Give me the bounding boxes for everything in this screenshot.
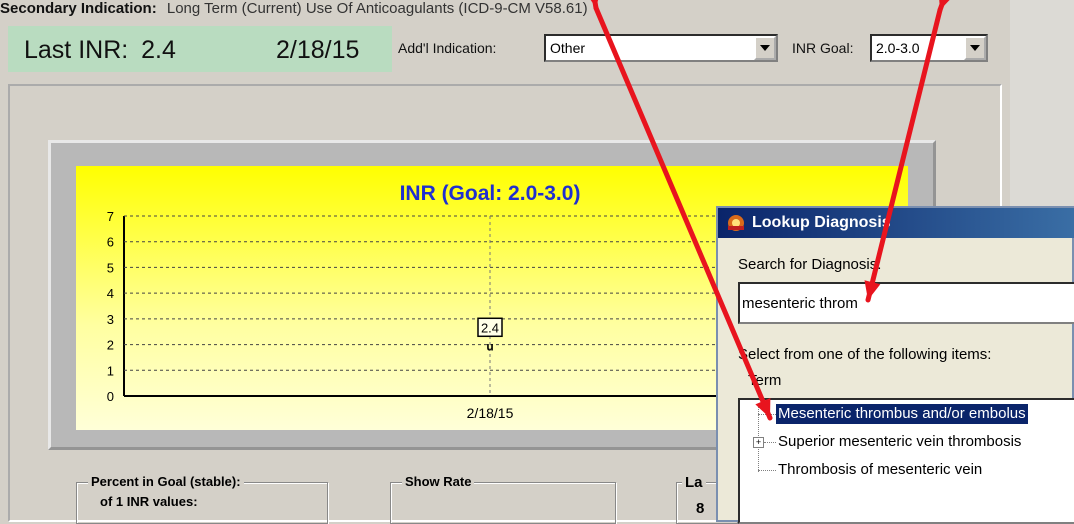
chevron-down-icon [760, 45, 770, 51]
chevron-down-icon [970, 45, 980, 51]
last-inr-readout: Last INR: 2.4 [24, 36, 176, 65]
search-label: Search for Diagnosis: [738, 256, 882, 273]
secondary-indication-label: Secondary Indication: [0, 0, 157, 17]
chart-title: INR (Goal: 2.0-3.0) [400, 182, 581, 205]
y-tick-label: 3 [107, 312, 114, 327]
diagnosis-tree[interactable]: Mesenteric thrombus and/or embolus + Sup… [738, 398, 1074, 524]
third-stat-value: 8 [696, 500, 705, 517]
y-tick-label: 4 [107, 286, 114, 301]
app-icon [728, 215, 744, 231]
chart-x-ticks: 2/18/15 [467, 405, 514, 421]
percent-in-goal-subtitle: of 1 INR values: [100, 494, 198, 509]
y-tick-label: 5 [107, 260, 114, 275]
inr-goal-select[interactable]: 2.0-3.0 [870, 34, 988, 62]
y-tick-label: 0 [107, 389, 114, 404]
last-inr-date: 2/18/15 [276, 36, 360, 64]
x-tick-label: 2/18/15 [467, 405, 514, 421]
select-items-label: Select from one of the following items: [738, 346, 992, 363]
tree-item-mesenteric-thrombus[interactable]: Mesenteric thrombus and/or embolus [776, 404, 1028, 424]
chart-points: 2.4 u [477, 317, 503, 353]
data-point: u [486, 339, 493, 353]
last-inr-panel: Last INR: 2.4 2/18/15 [8, 26, 392, 72]
secondary-indication-value: Long Term (Current) Use Of Anticoagulant… [166, 0, 588, 17]
inr-goal-label: INR Goal: [792, 40, 854, 56]
tree-connector [758, 470, 776, 471]
lookup-diagnosis-dialog: Lookup Diagnosis Search for Diagnosis: S… [716, 206, 1074, 524]
addl-indication-dropdown-button[interactable] [754, 36, 776, 60]
y-tick-label: 7 [107, 209, 114, 224]
data-label: 2.4 [481, 320, 499, 335]
tree-item-thrombosis-mesenteric-vein[interactable]: Thrombosis of mesenteric vein [778, 460, 982, 480]
tree-connector [764, 442, 776, 443]
diagnosis-search-input[interactable] [738, 282, 1074, 324]
tree-connector [758, 414, 776, 415]
third-stat-title: La [682, 474, 706, 491]
dialog-title: Lookup Diagnosis [752, 214, 891, 231]
chart-y-ticks: 0 1 2 3 4 5 6 7 [107, 209, 114, 404]
tree-item-superior-mesenteric-vein[interactable]: Superior mesenteric vein thrombosis [778, 432, 1021, 452]
percent-in-goal-title: Percent in Goal (stable): [88, 474, 244, 489]
addl-indication-value: Other [550, 40, 586, 56]
y-tick-label: 1 [107, 363, 114, 378]
dialog-title-bar[interactable]: Lookup Diagnosis [718, 208, 1074, 238]
term-column-header[interactable]: Term [748, 372, 781, 389]
inr-goal-dropdown-button[interactable] [964, 36, 986, 60]
expand-plus-icon[interactable]: + [753, 437, 764, 448]
y-tick-label: 2 [107, 338, 114, 353]
addl-indication-label: Add'l Indication: [398, 40, 497, 56]
secondary-indication-line: Secondary Indication: Long Term (Current… [0, 0, 1010, 22]
inr-goal-value: 2.0-3.0 [876, 40, 920, 56]
show-rate-title: Show Rate [402, 474, 475, 489]
y-tick-label: 6 [107, 235, 114, 250]
last-inr-value: 2.4 [141, 36, 176, 64]
last-inr-label: Last INR: [24, 36, 129, 64]
addl-indication-select[interactable]: Other [544, 34, 778, 62]
